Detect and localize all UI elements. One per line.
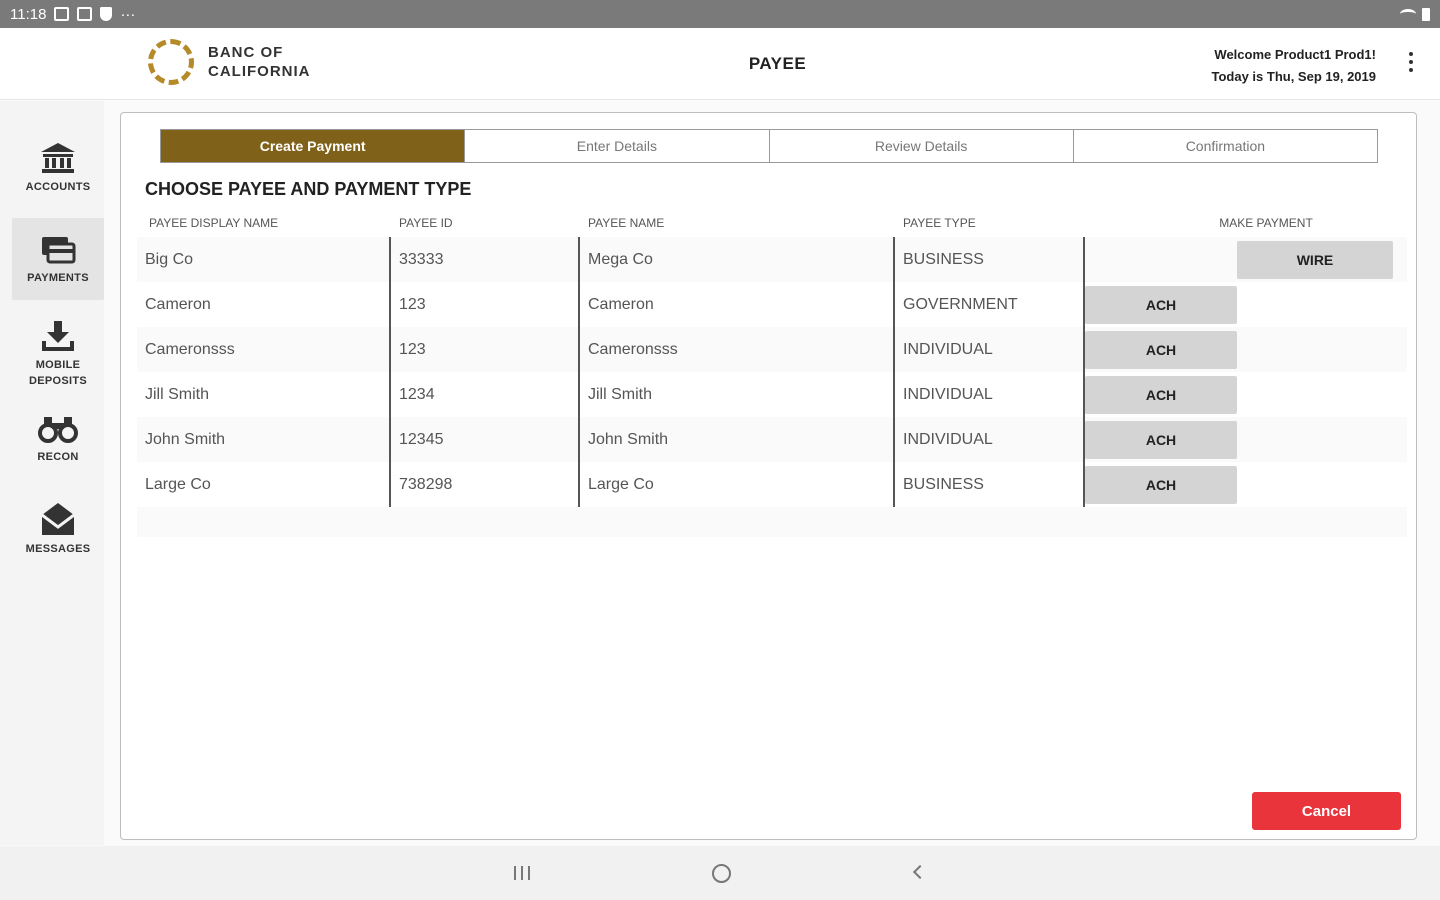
cell-make-payment: ACH — [1083, 462, 1407, 507]
cell-payee-id: 33333 — [389, 237, 578, 282]
cell-payee-name: Jill Smith — [578, 372, 893, 417]
content-panel: Create Payment Enter Details Review Deta… — [120, 112, 1417, 840]
wifi-icon — [1400, 9, 1416, 19]
welcome-message: Welcome Product1 Prod1! Today is Thu, Se… — [1212, 44, 1377, 88]
cell-display-name: Cameron — [145, 295, 211, 313]
nav-label-accounts: ACCOUNTS — [25, 181, 91, 193]
back-icon[interactable] — [912, 864, 928, 880]
cell-make-payment: ACH — [1083, 372, 1407, 417]
envelope-icon — [41, 503, 75, 535]
nav-item-messages[interactable]: MESSAGES — [12, 501, 104, 561]
cell-payee-type: INDIVIDUAL — [893, 327, 1083, 372]
status-time: 11:18 — [10, 5, 47, 23]
cell-make-payment: WIRE — [1083, 237, 1407, 282]
more-notifications-icon: ··· — [120, 5, 136, 23]
cell-make-payment: ACH — [1083, 282, 1407, 327]
bank-icon — [41, 143, 75, 173]
step-enter-details: Enter Details — [465, 130, 770, 162]
cell-display-name: Big Co — [145, 250, 194, 268]
table-footer — [137, 507, 1407, 537]
battery-icon — [1422, 7, 1430, 21]
overflow-menu-icon[interactable] — [1408, 52, 1414, 72]
side-nav: ACCOUNTS PAYMENTS MOBILE DEPOSITS RECON … — [0, 101, 104, 845]
nav-label-payments: PAYMENTS — [27, 272, 89, 284]
cell-payee-type: BUSINESS — [893, 462, 1083, 507]
cell-payee-id: 738298 — [389, 462, 578, 507]
ach-button[interactable]: ACH — [1085, 375, 1237, 414]
date-text: Today is Thu, Sep 19, 2019 — [1211, 69, 1377, 84]
column-header: PAYEE TYPE — [903, 216, 976, 230]
step-review-details: Review Details — [769, 130, 1074, 162]
cell-display-name: John Smith — [145, 430, 226, 448]
cell-payee-name: Mega Co — [578, 237, 893, 282]
cell-payee-id: 12345 — [389, 417, 578, 462]
image-icon — [54, 7, 70, 21]
cell-payee-id: 123 — [389, 327, 578, 372]
welcome-text: Welcome Product1 Prod1! — [1214, 47, 1376, 62]
nav-label-mobile-deposits: MOBILE DEPOSITS — [28, 359, 88, 387]
nav-item-mobile-deposits[interactable]: MOBILE DEPOSITS — [12, 319, 104, 389]
cell-payee-name: Cameronsss — [578, 327, 893, 372]
cell-make-payment: ACH — [1083, 417, 1407, 462]
table-row: Large Co 738298 Large Co BUSINESS ACH — [137, 462, 1407, 507]
cell-payee-type: GOVERNMENT — [893, 282, 1083, 327]
cell-payee-type: BUSINESS — [893, 237, 1083, 282]
wire-button[interactable]: WIRE — [1237, 240, 1393, 279]
column-header: PAYEE DISPLAY NAME — [149, 216, 279, 230]
table-row: John Smith 12345 John Smith INDIVIDUAL A… — [137, 417, 1407, 462]
column-header: PAYEE NAME — [588, 216, 665, 230]
app-header: BANC OF CALIFORNIA PAYEE Welcome Product… — [0, 28, 1440, 100]
table-body: Big Co 33333 Mega Co BUSINESS WIRE Camer… — [137, 237, 1407, 507]
system-nav-bar — [0, 846, 1440, 900]
recents-icon[interactable] — [514, 866, 530, 880]
cell-display-name: Jill Smith — [145, 385, 210, 403]
ach-button[interactable]: ACH — [1085, 285, 1237, 324]
cell-make-payment: ACH — [1083, 327, 1407, 372]
cell-payee-id: 123 — [389, 282, 578, 327]
cell-payee-name: John Smith — [578, 417, 893, 462]
gallery-icon — [77, 7, 93, 21]
cell-payee-id: 1234 — [389, 372, 578, 417]
table-row: Jill Smith 1234 Jill Smith INDIVIDUAL AC… — [137, 372, 1407, 417]
ach-button[interactable]: ACH — [1085, 420, 1237, 459]
section-title: CHOOSE PAYEE AND PAYMENT TYPE — [145, 179, 472, 199]
nav-item-payments[interactable]: PAYMENTS — [12, 218, 104, 300]
nav-label-messages: MESSAGES — [25, 543, 91, 555]
cancel-button[interactable]: Cancel — [1252, 792, 1401, 830]
cell-display-name: Large Co — [145, 475, 211, 493]
cell-display-name: Cameronsss — [145, 340, 235, 358]
table-row: Cameron 123 Cameron GOVERNMENT ACH — [137, 282, 1407, 327]
progress-steps: Create Payment Enter Details Review Deta… — [160, 129, 1378, 163]
table-header: PAYEE DISPLAY NAME PAYEE ID PAYEE NAME P… — [137, 209, 1407, 237]
download-tray-icon — [42, 321, 74, 351]
nav-label-recon: RECON — [37, 451, 79, 463]
column-header: PAYEE ID — [399, 216, 453, 230]
table-row: Cameronsss 123 Cameronsss INDIVIDUAL ACH — [137, 327, 1407, 372]
cell-payee-type: INDIVIDUAL — [893, 417, 1083, 462]
column-header: MAKE PAYMENT — [1219, 216, 1313, 230]
status-bar: 11:18 ··· — [0, 0, 1440, 28]
table-row: Big Co 33333 Mega Co BUSINESS WIRE — [137, 237, 1407, 282]
step-create-payment: Create Payment — [161, 130, 466, 162]
cell-payee-name: Large Co — [578, 462, 893, 507]
cell-payee-type: INDIVIDUAL — [893, 372, 1083, 417]
step-confirmation: Confirmation — [1073, 130, 1377, 162]
payments-icon — [42, 237, 76, 264]
cell-payee-name: Cameron — [578, 282, 893, 327]
binoculars-icon — [38, 417, 78, 443]
nav-item-recon[interactable]: RECON — [12, 413, 104, 473]
shield-icon — [100, 7, 113, 21]
payee-table: PAYEE DISPLAY NAME PAYEE ID PAYEE NAME P… — [137, 209, 1407, 537]
ach-button[interactable]: ACH — [1085, 465, 1237, 504]
nav-item-accounts[interactable]: ACCOUNTS — [12, 141, 104, 205]
ach-button[interactable]: ACH — [1085, 330, 1237, 369]
home-icon[interactable] — [712, 864, 731, 883]
